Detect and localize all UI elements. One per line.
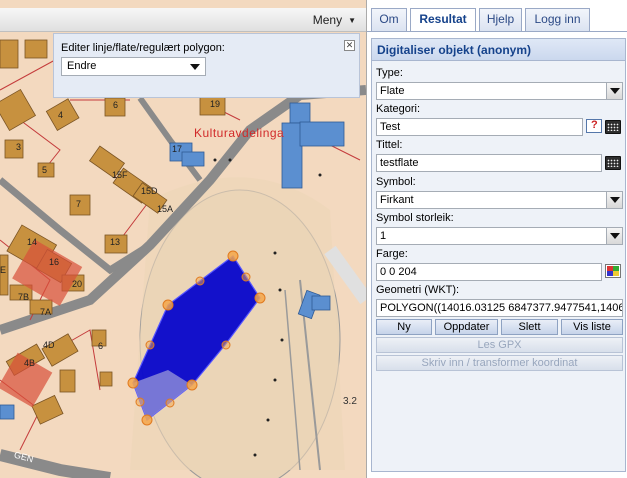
geometry-label: Geometri (WKT): xyxy=(376,284,460,296)
map-house-number: 19 xyxy=(210,99,221,109)
map-house-number: 5 xyxy=(42,165,48,175)
symbol-value: Firkant xyxy=(380,194,414,206)
chevron-down-icon xyxy=(190,64,200,70)
enter-coordinates-button[interactable]: Skriv inn / transformer koordinat xyxy=(376,355,623,371)
tab-hjelp[interactable]: Hjelp xyxy=(479,8,522,31)
category-label: Kategori: xyxy=(376,103,421,115)
color-field[interactable]: 0 0 204 xyxy=(376,263,602,281)
form-title: Digitaliser objekt (anonym) xyxy=(372,39,625,61)
geometry-value: POLYGON((14016.03125 6847377.9477541,140… xyxy=(380,302,623,314)
map-house-number: 20 xyxy=(72,279,83,289)
map-house-number: 17 xyxy=(172,144,183,154)
map-house-number: 7A xyxy=(40,307,52,317)
map-house-number: 4 xyxy=(58,110,64,120)
type-select[interactable]: Flate xyxy=(376,82,623,100)
chevron-down-icon xyxy=(606,192,622,208)
map-house-number: 3 xyxy=(16,142,22,152)
side-panel: Om Resultat Hjelp Logg inn Digitaliser o… xyxy=(366,0,627,478)
map-house-number: 4B xyxy=(24,358,36,368)
menu-label: Meny xyxy=(312,13,343,27)
tab-resultat[interactable]: Resultat xyxy=(410,8,476,32)
chevron-down-icon xyxy=(606,83,622,99)
map-house-number: E xyxy=(0,265,7,275)
symbol-size-value: 1 xyxy=(380,230,387,242)
map-house-number: 15A xyxy=(157,204,174,214)
menu-button[interactable]: Meny ▼ xyxy=(313,13,356,27)
tab-logg-inn[interactable]: Logg inn xyxy=(525,8,590,31)
type-label: Type: xyxy=(376,67,403,79)
edit-geometry-panel: Editer linje/flate/regulært polygon: ✕ E… xyxy=(53,33,360,98)
title-field[interactable]: testflate xyxy=(376,154,602,172)
delete-button[interactable]: Slett xyxy=(501,319,558,335)
color-label: Farge: xyxy=(376,248,408,260)
new-button[interactable]: Ny xyxy=(376,319,432,335)
tab-om[interactable]: Om xyxy=(371,8,407,31)
map-house-number: 14 xyxy=(27,237,38,247)
tab-separator xyxy=(367,31,627,32)
map-house-number: 15D xyxy=(141,186,158,196)
digitize-form: Digitaliser objekt (anonym) Type: Flate … xyxy=(371,38,626,472)
symbol-size-select[interactable]: 1 xyxy=(376,227,623,245)
read-gpx-button[interactable]: Les GPX xyxy=(376,337,623,353)
map-house-number: 6 xyxy=(113,100,119,110)
map-house-number: 7B xyxy=(18,292,30,302)
category-field[interactable]: Test xyxy=(376,118,583,136)
map-view[interactable]: 19 6 4 3 5 7 17 15F 15D 15A 13 14 16 20 … xyxy=(0,0,366,478)
chevron-down-icon xyxy=(606,228,622,244)
map-house-number: 6 xyxy=(98,341,104,351)
keyboard-icon[interactable] xyxy=(605,156,621,170)
map-house-number: 13 xyxy=(110,237,121,247)
title-label: Tittel: xyxy=(376,139,403,151)
edit-mode-value: Endre xyxy=(67,60,97,72)
category-value: Test xyxy=(380,121,401,133)
edit-panel-label: Editer linje/flate/regulært polygon: xyxy=(61,42,225,54)
category-help-icon[interactable]: ? xyxy=(586,119,602,133)
chevron-down-icon: ▼ xyxy=(348,16,356,25)
map-scale-label: 3.2 xyxy=(343,396,357,407)
symbol-select[interactable]: Firkant xyxy=(376,191,623,209)
symbol-size-label: Symbol storleik: xyxy=(376,212,454,224)
map-place-label: Kulturavdelinga xyxy=(194,126,285,140)
color-value: 0 0 204 xyxy=(380,266,417,278)
keyboard-icon[interactable] xyxy=(605,120,621,134)
color-picker-icon[interactable] xyxy=(605,264,621,278)
update-button[interactable]: Oppdater xyxy=(435,319,498,335)
show-list-button[interactable]: Vis liste xyxy=(561,319,623,335)
title-value: testflate xyxy=(380,157,419,169)
map-house-number: 7 xyxy=(76,199,82,209)
edit-mode-select[interactable]: Endre xyxy=(61,57,206,76)
map-toolbar: Meny ▼ xyxy=(0,8,366,32)
map-house-number: 16 xyxy=(49,257,60,267)
symbol-label: Symbol: xyxy=(376,176,416,188)
close-icon[interactable]: ✕ xyxy=(344,40,355,51)
tab-bar: Om Resultat Hjelp Logg inn xyxy=(367,8,627,32)
type-value: Flate xyxy=(380,85,405,97)
geometry-field[interactable]: POLYGON((14016.03125 6847377.9477541,140… xyxy=(376,299,623,317)
map-house-number: 15F xyxy=(112,170,128,180)
map-house-number: 4D xyxy=(43,340,55,350)
